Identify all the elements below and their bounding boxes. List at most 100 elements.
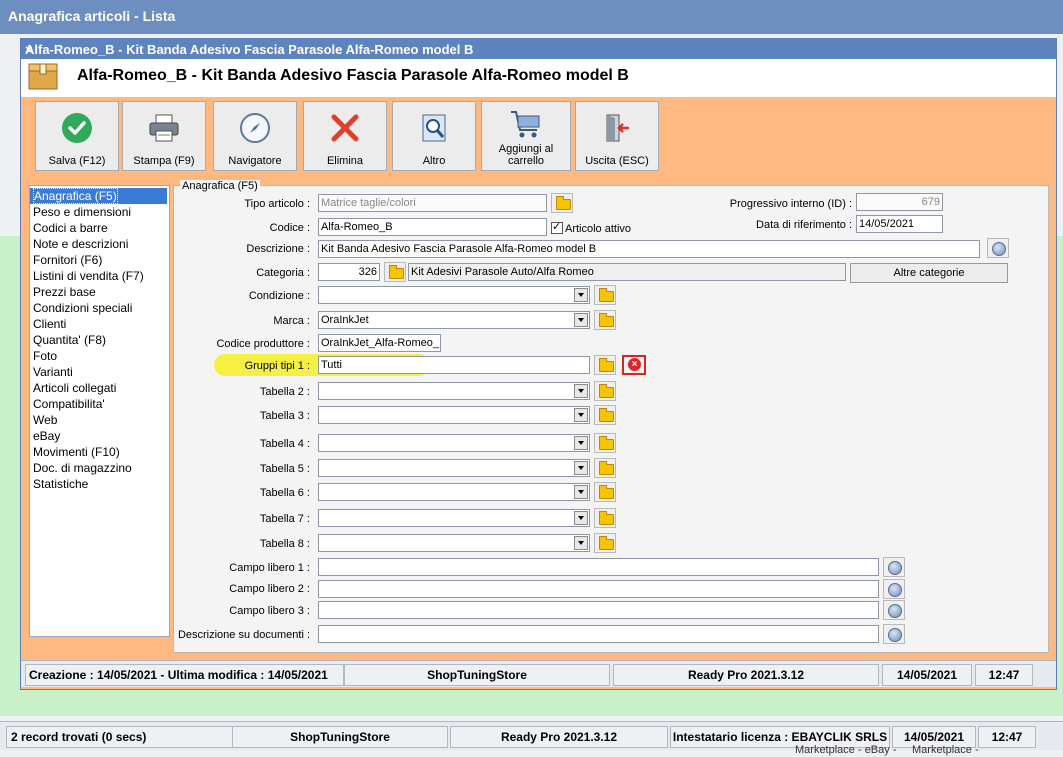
globe-icon <box>888 583 902 597</box>
tabella-7-select[interactable] <box>318 509 590 527</box>
nav-item-codici[interactable]: Codici a barre <box>30 220 167 236</box>
chevron-down-icon[interactable] <box>574 384 588 398</box>
marca-select[interactable]: OraInkJet <box>318 311 590 329</box>
folder-icon <box>599 384 614 398</box>
campo-libero-2-field[interactable] <box>318 580 879 598</box>
nav-item-note[interactable]: Note e descrizioni <box>30 236 167 252</box>
gruppi-tipi-folder-button[interactable] <box>594 355 616 375</box>
nav-item-statistiche[interactable]: Statistiche <box>30 476 167 492</box>
tipo-articolo-field[interactable]: Matrice taglie/colori <box>318 194 547 212</box>
nav-item-anagrafica[interactable]: Anagrafica (F5) <box>30 188 167 204</box>
folder-icon <box>556 196 571 210</box>
anagrafica-group: Anagrafica (F5) Tipo articolo : Matrice … <box>173 180 1049 653</box>
condizione-label: Condizione : <box>248 290 310 302</box>
tabella-7-folder-button[interactable] <box>594 508 616 528</box>
nav-item-compatibilita[interactable]: Compatibilita' <box>30 396 167 412</box>
tabella-2-folder-button[interactable] <box>594 381 616 401</box>
nav-item-prezzi[interactable]: Prezzi base <box>30 284 167 300</box>
more-button[interactable]: Altro <box>392 101 476 171</box>
nav-item-quantita[interactable]: Quantita' (F8) <box>30 332 167 348</box>
add-to-cart-button[interactable]: Aggiungi al carrello <box>481 101 571 171</box>
data-riferimento-field[interactable]: 14/05/2021 <box>856 215 943 233</box>
nav-item-listini[interactable]: Listini di vendita (F7) <box>30 268 167 284</box>
nav-item-foto[interactable]: Foto <box>30 348 167 364</box>
status-date: 14/05/2021 <box>882 664 972 686</box>
tabella-4-label: Tabella 4 : <box>259 438 310 450</box>
dialog-header: Alfa-Romeo_B - Kit Banda Adesivo Fascia … <box>21 59 1056 97</box>
campo-libero-3-field[interactable] <box>318 601 879 619</box>
background-status-bar: 2 record trovati (0 secs) ShopTuningStor… <box>0 721 1063 750</box>
save-button[interactable]: Salva (F12) <box>35 101 119 171</box>
tabella-6-folder-button[interactable] <box>594 482 616 502</box>
nav-item-condizioni[interactable]: Condizioni speciali <box>30 300 167 316</box>
status-time: 12:47 <box>975 664 1033 686</box>
campo-libero-2-translate-button[interactable] <box>883 579 905 599</box>
background-window-title: Anagrafica articoli - Lista <box>8 8 176 24</box>
marca-folder-button[interactable] <box>594 310 616 330</box>
exit-door-icon <box>606 114 629 142</box>
altre-categorie-button[interactable]: Altre categorie <box>850 263 1008 283</box>
search-document-icon <box>422 114 446 142</box>
nav-item-web[interactable]: Web <box>30 412 167 428</box>
nav-item-peso[interactable]: Peso e dimensioni <box>30 204 167 220</box>
categoria-code-field[interactable]: 326 <box>318 263 380 281</box>
chevron-down-icon[interactable] <box>574 536 588 550</box>
tabella-8-select[interactable] <box>318 534 590 552</box>
tabella-2-select[interactable] <box>318 382 590 400</box>
status-version: Ready Pro 2021.3.12 <box>450 726 668 748</box>
campo-libero-3-translate-button[interactable] <box>883 600 905 620</box>
tabella-4-select[interactable] <box>318 434 590 452</box>
descrizione-label: Descrizione : <box>246 243 310 255</box>
tabella-6-select[interactable] <box>318 483 590 501</box>
descrizione-field[interactable]: Kit Banda Adesivo Fascia Parasole Alfa-R… <box>318 240 980 258</box>
tabella-5-select[interactable] <box>318 459 590 477</box>
article-dialog: Alfa-Romeo_B - Kit Banda Adesivo Fascia … <box>20 38 1057 690</box>
tabella-8-folder-button[interactable] <box>594 533 616 553</box>
condizione-select[interactable] <box>318 286 590 304</box>
tabella-3-folder-button[interactable] <box>594 405 616 425</box>
chevron-down-icon[interactable] <box>574 436 588 450</box>
gruppi-tipi-field[interactable]: Tutti <box>318 356 590 374</box>
descrizione-documenti-translate-button[interactable] <box>883 624 905 644</box>
tipo-articolo-folder-button[interactable] <box>551 193 573 213</box>
articolo-attivo-checkbox[interactable] <box>551 220 563 234</box>
nav-item-clienti[interactable]: Clienti <box>30 316 167 332</box>
tabella-3-select[interactable] <box>318 406 590 424</box>
more-button-label: Altro <box>422 155 446 167</box>
close-circle-icon: × <box>628 358 641 371</box>
nav-item-movimenti[interactable]: Movimenti (F10) <box>30 444 167 460</box>
globe-icon <box>888 604 902 618</box>
nav-item-fornitori[interactable]: Fornitori (F6) <box>30 252 167 268</box>
close-icon[interactable]: × <box>25 42 1050 57</box>
nav-item-varianti[interactable]: Varianti <box>30 364 167 380</box>
condizione-folder-button[interactable] <box>594 285 616 305</box>
campo-libero-1-translate-button[interactable] <box>883 557 905 577</box>
nav-item-articoli-collegati[interactable]: Articoli collegati <box>30 380 167 396</box>
categoria-folder-button[interactable] <box>384 262 406 282</box>
nav-item-ebay[interactable]: eBay <box>30 428 167 444</box>
chevron-down-icon[interactable] <box>574 408 588 422</box>
tabella-5-folder-button[interactable] <box>594 458 616 478</box>
tabella-4-folder-button[interactable] <box>594 433 616 453</box>
descrizione-translate-button[interactable] <box>987 238 1009 258</box>
codice-produttore-field[interactable]: OraInkJet_Alfa-Romeo_I <box>318 334 441 352</box>
chevron-down-icon[interactable] <box>574 313 588 327</box>
categoria-label: Categoria : <box>256 267 310 279</box>
campo-libero-3-label: Campo libero 3 : <box>229 605 310 617</box>
chevron-down-icon[interactable] <box>574 288 588 302</box>
campo-libero-1-field[interactable] <box>318 558 879 576</box>
codice-field[interactable]: Alfa-Romeo_B <box>318 218 547 236</box>
exit-button[interactable]: Uscita (ESC) <box>575 101 659 171</box>
status-store: ShopTuningStore <box>344 664 610 686</box>
navigator-button[interactable]: Navigatore <box>213 101 297 171</box>
chevron-down-icon[interactable] <box>574 511 588 525</box>
gruppi-tipi-clear-button[interactable]: × <box>622 355 646 375</box>
print-button[interactable]: Stampa (F9) <box>122 101 206 171</box>
cart-icon <box>511 111 540 138</box>
descrizione-documenti-field[interactable] <box>318 625 879 643</box>
delete-button[interactable]: Elimina <box>303 101 387 171</box>
nav-item-doc-magazzino[interactable]: Doc. di magazzino <box>30 460 167 476</box>
campo-libero-2-label: Campo libero 2 : <box>229 583 310 595</box>
chevron-down-icon[interactable] <box>574 461 588 475</box>
chevron-down-icon[interactable] <box>574 485 588 499</box>
